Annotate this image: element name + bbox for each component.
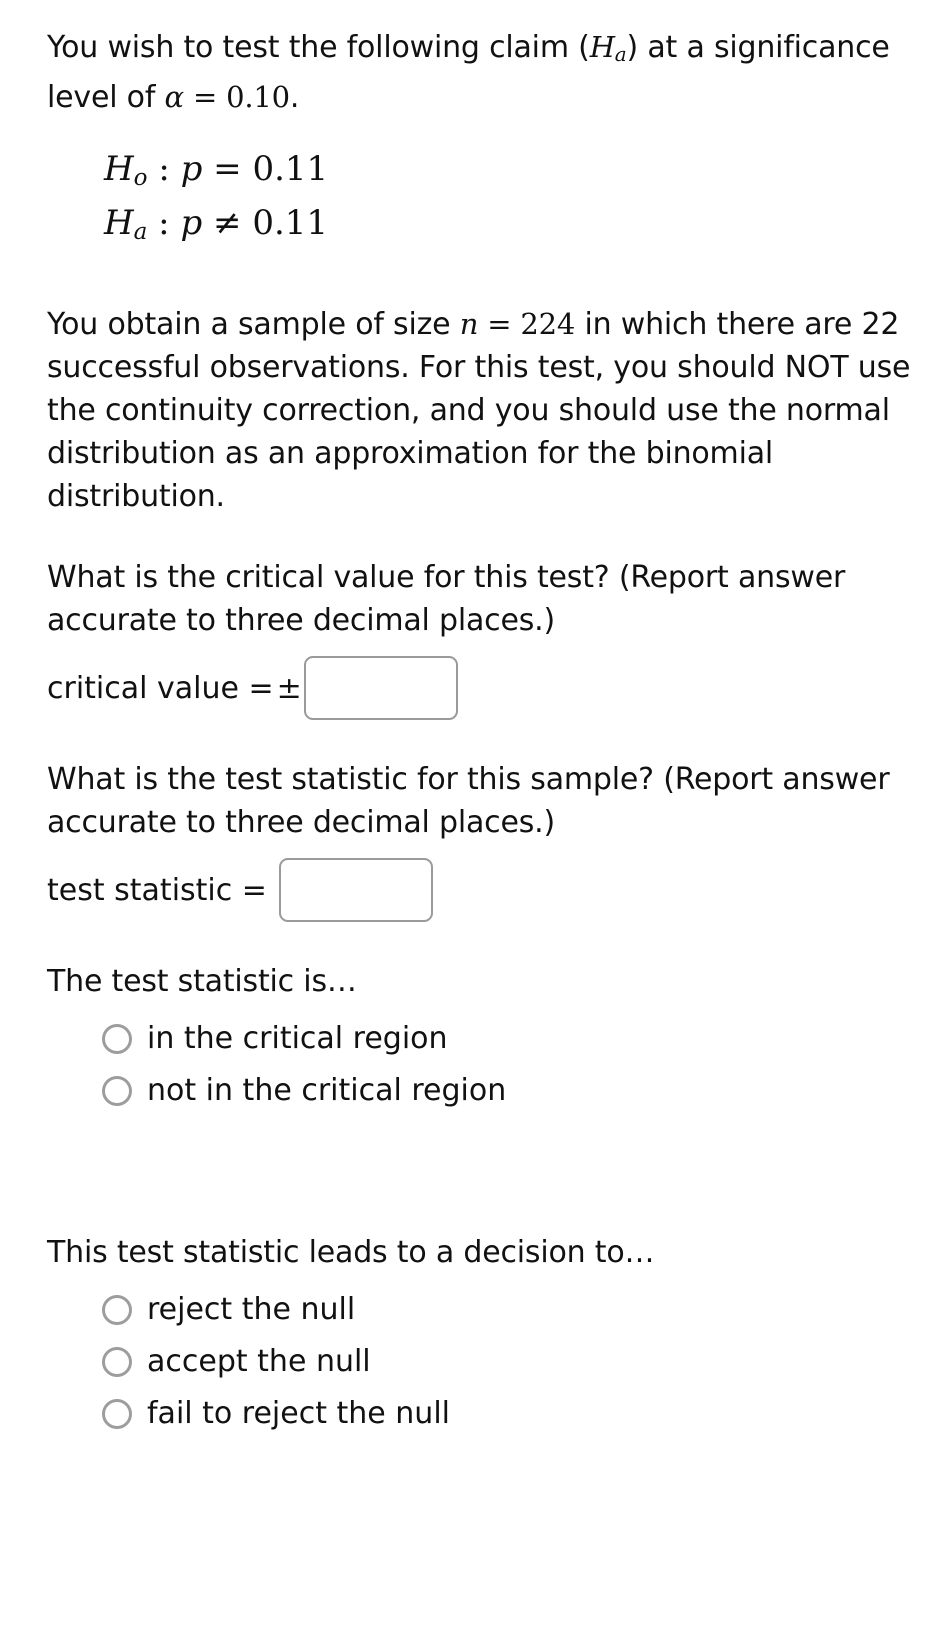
null-operator: = — [213, 149, 242, 189]
alt-h-subscript: a — [133, 219, 148, 245]
region-option-label: in the critical region — [147, 1021, 448, 1056]
alt-h-symbol: H — [104, 203, 134, 243]
test-statistic-field-row: test statistic = — [47, 858, 920, 922]
test-statistic-input[interactable] — [278, 858, 433, 922]
critical-value-field-row: critical value = ± — [47, 656, 920, 720]
sample-paragraph: You obtain a sample of size n = 224 in w… — [47, 303, 920, 518]
alt-parameter: p — [180, 203, 203, 243]
n-value: 224 — [520, 307, 576, 341]
test-statistic-prompt: What is the test statistic for this samp… — [47, 762, 899, 840]
ha-symbol: Ha — [589, 30, 627, 66]
null-hypothesis-line: Ho : p = 0.11 — [104, 147, 920, 201]
radio-icon[interactable] — [102, 1076, 132, 1106]
region-option-label: not in the critical region — [147, 1073, 507, 1108]
intro-text-before: You wish to test the following claim ( — [47, 30, 590, 65]
worksheet-page: You wish to test the following claim (Ha… — [0, 0, 930, 1432]
radio-icon[interactable] — [102, 1295, 132, 1325]
critical-value-prompt: What is the critical value for this test… — [47, 560, 855, 638]
sample-text-before: You obtain a sample of size — [47, 307, 460, 342]
region-option-not-in-critical-region[interactable]: not in the critical region — [102, 1073, 920, 1109]
decision-option-label: accept the null — [147, 1344, 371, 1379]
alt-value: 0.11 — [252, 203, 329, 243]
plus-minus-symbol: ± — [276, 670, 302, 706]
region-question-prompt: The test statistic is… — [47, 964, 357, 999]
decision-options-list: reject the null accept the null fail to … — [47, 1292, 920, 1432]
decision-option-label: fail to reject the null — [147, 1396, 450, 1431]
alternative-hypothesis-line: Ha : p ≠ 0.11 — [104, 201, 920, 255]
ha-subscript: a — [614, 42, 627, 66]
null-h-symbol: H — [104, 149, 134, 189]
region-options-list: in the critical region not in the critic… — [47, 1021, 920, 1109]
decision-option-label: reject the null — [147, 1292, 356, 1327]
intro-period: . — [289, 80, 300, 115]
decision-option-reject-the-null[interactable]: reject the null — [102, 1292, 920, 1328]
radio-icon[interactable] — [102, 1399, 132, 1429]
critical-value-label: critical value = — [47, 670, 274, 706]
null-h-subscript: o — [133, 165, 148, 191]
decision-option-accept-the-null[interactable]: accept the null — [102, 1344, 920, 1380]
hypotheses-block: Ho : p = 0.11 Ha : p ≠ 0.11 — [47, 147, 920, 255]
alpha-value: 0.10 — [226, 80, 290, 114]
null-colon: : — [147, 149, 181, 189]
critical-value-input[interactable] — [303, 656, 458, 720]
radio-icon[interactable] — [102, 1347, 132, 1377]
alt-colon: : — [147, 203, 181, 243]
n-equals: = — [478, 307, 521, 341]
null-parameter: p — [180, 149, 203, 189]
intro-paragraph: You wish to test the following claim (Ha… — [47, 26, 920, 119]
region-option-in-critical-region[interactable]: in the critical region — [102, 1021, 920, 1057]
test-statistic-label: test statistic = — [47, 872, 267, 908]
decision-question-prompt: This test statistic leads to a decision … — [47, 1235, 655, 1270]
alt-operator: ≠ — [213, 203, 242, 243]
radio-icon[interactable] — [102, 1024, 132, 1054]
alpha-equals: = — [183, 80, 227, 114]
alpha-symbol: α — [164, 80, 185, 114]
n-symbol: n — [459, 307, 479, 341]
null-value: 0.11 — [252, 149, 329, 189]
decision-option-fail-to-reject-the-null[interactable]: fail to reject the null — [102, 1396, 920, 1432]
